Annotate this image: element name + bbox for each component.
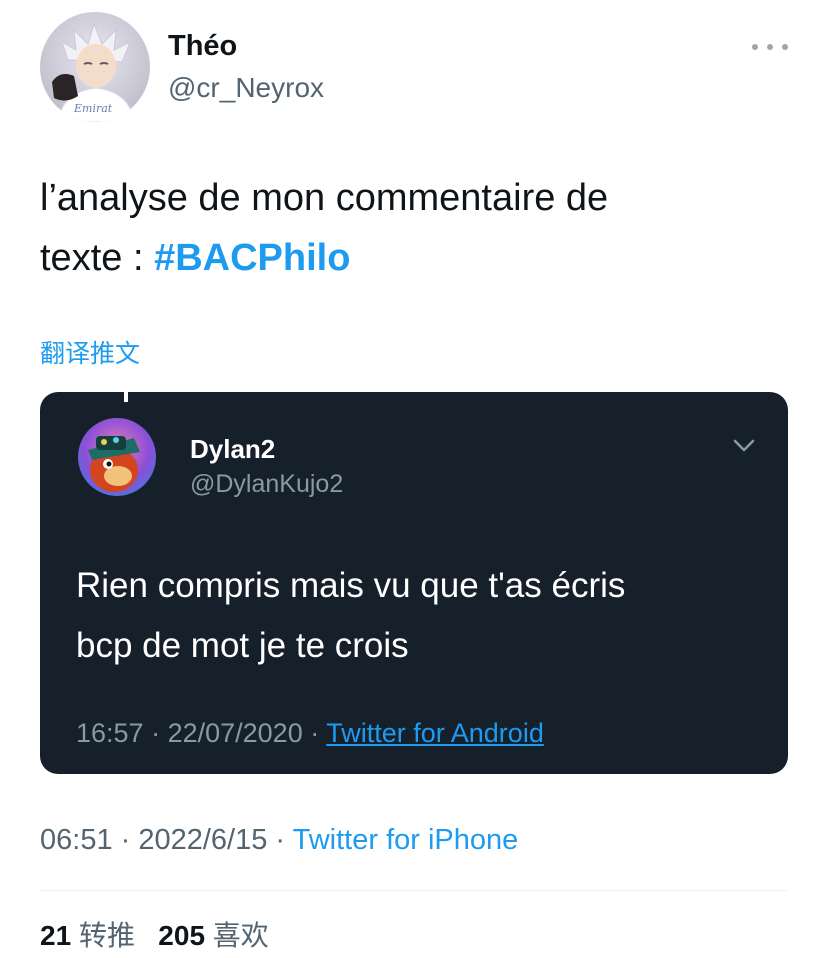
likes-label: 喜欢 (212, 920, 269, 951)
author-handle[interactable]: @cr_Neyrox (168, 72, 324, 104)
embedded-source-link: Twitter for Android (326, 718, 544, 748)
retweets-label: 转推 (78, 920, 135, 951)
tweet-stats: 21 转推 205 喜欢 (40, 914, 269, 954)
meta-separator: · (112, 824, 139, 856)
author-display-name[interactable]: Théo (168, 30, 237, 63)
translate-tweet-link[interactable]: 翻译推文 (40, 334, 140, 370)
more-dot (752, 44, 758, 50)
hashtag-link[interactable]: #BACPhilo (154, 237, 350, 279)
embedded-time: 16:57 (76, 718, 144, 748)
embedded-tweet-meta: 16:57 · 22/07/2020 · Twitter for Android (76, 718, 544, 749)
embedded-text-line2: bcp de mot je te crois (76, 626, 409, 665)
svg-text:Emirat: Emirat (73, 102, 113, 115)
embedded-tweet-text: Rien compris mais vu que t'as écris bcp … (76, 556, 756, 676)
tweet-date[interactable]: 2022/6/15 (138, 824, 267, 856)
crash-bandicoot-avatar-icon (78, 418, 156, 496)
tweet-time[interactable]: 06:51 (40, 824, 113, 856)
retweets-count: 21 (40, 920, 72, 951)
image-connector (124, 384, 128, 402)
more-icon[interactable] (752, 36, 788, 58)
likes-count: 205 (158, 920, 206, 951)
tweet-meta: 06:51 · 2022/6/15 · Twitter for iPhone (40, 824, 518, 857)
more-dot (782, 44, 788, 50)
embedded-author-avatar (78, 418, 156, 496)
author-avatar[interactable]: Emirat (40, 12, 150, 122)
embedded-separator: · (143, 718, 168, 748)
divider (40, 890, 788, 891)
anime-avatar-icon: Emirat (40, 12, 150, 122)
more-dot (767, 44, 773, 50)
tweet-text-line2: texte : (40, 237, 155, 279)
tweet-text-line1: l’analyse de mon commentaire de (40, 177, 609, 219)
tweet-source-link[interactable]: Twitter for iPhone (293, 824, 519, 856)
embedded-separator: · (302, 718, 327, 748)
embedded-author-handle: @DylanKujo2 (190, 470, 344, 498)
chevron-down-icon (733, 439, 755, 452)
tweet-detail: Emirat Théo @cr_Neyrox l’analyse de mon … (0, 0, 827, 958)
attached-image[interactable]: Dylan2 @DylanKujo2 Rien compris mais vu … (40, 392, 788, 774)
embedded-author-display-name: Dylan2 (190, 434, 276, 464)
tweet-text: l’analyse de mon commentaire de texte : … (40, 168, 780, 288)
meta-separator: · (267, 824, 293, 856)
likes-stat[interactable]: 205 喜欢 (158, 914, 269, 954)
embedded-date: 22/07/2020 (167, 718, 303, 748)
retweets-stat[interactable]: 21 转推 (40, 914, 135, 954)
embedded-text-line1: Rien compris mais vu que t'as écris (76, 566, 626, 605)
